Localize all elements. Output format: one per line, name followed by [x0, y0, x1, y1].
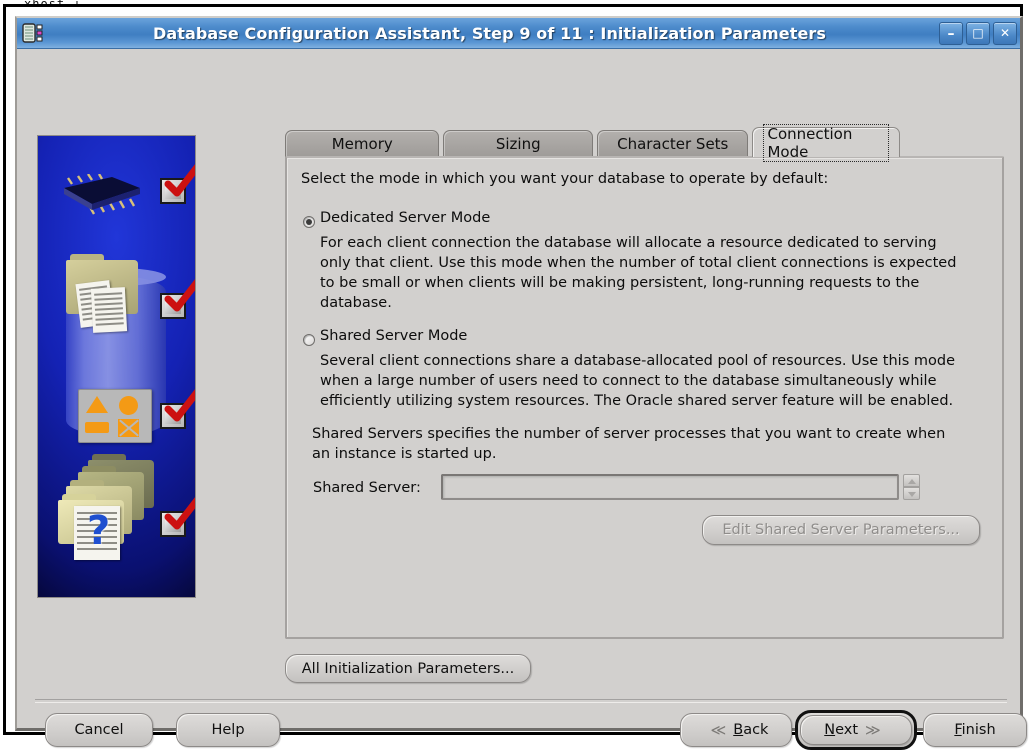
banner-chip-icon — [56, 173, 146, 215]
back-label: Back — [733, 722, 769, 738]
radio-shared-server-mode[interactable] — [303, 334, 315, 346]
maximize-button[interactable]: □ — [966, 21, 990, 45]
tab-sizing[interactable]: Sizing — [443, 130, 593, 157]
tab-character-sets-label: Character Sets — [617, 135, 729, 153]
tab-memory[interactable]: Memory — [285, 130, 440, 157]
close-button[interactable]: ✕ — [993, 21, 1017, 45]
dedicated-desc-line-3: to be small or when clients will be maki… — [320, 275, 920, 291]
tab-sizing-label: Sizing — [495, 135, 541, 153]
shared-note-line-1: Shared Servers specifies the number of s… — [312, 426, 946, 442]
footer-separator — [35, 699, 1007, 703]
chevron-right-icon: ≫ — [865, 721, 881, 739]
finish-label: Finish — [954, 722, 996, 738]
window-title: Database Configuration Assistant, Step 9… — [152, 23, 827, 43]
banner-checkmark-4 — [164, 497, 195, 531]
spinner-down-arrow[interactable] — [903, 487, 920, 500]
shared-desc-line-3: efficiently utilizing system resources. … — [320, 393, 954, 409]
edit-shared-server-parameters-label: Edit Shared Server Parameters... — [722, 522, 960, 538]
minimize-icon: – — [947, 25, 955, 42]
panel-intro-text: Select the mode in which you want your d… — [301, 171, 829, 187]
screenshot-root: xhost + Database Configuration Assistant… — [0, 0, 1030, 750]
tab-memory-label: Memory — [331, 135, 393, 153]
all-initialization-parameters-label: All Initialization Parameters... — [301, 660, 515, 677]
spinner-up-arrow[interactable] — [903, 474, 920, 487]
database-chip-icon — [22, 22, 44, 44]
banner-help-folders-icon: ? — [56, 454, 156, 560]
radio-shared-server-mode-label[interactable]: Shared Server Mode — [320, 328, 467, 344]
shared-desc-line-1: Several client connections share a datab… — [320, 353, 955, 369]
installer-banner-image: ? — [37, 135, 196, 598]
shared-note-line-2: an instance is started up. — [312, 446, 497, 462]
shared-server-input[interactable] — [441, 474, 899, 500]
minimize-button[interactable]: – — [939, 21, 963, 45]
dedicated-desc-line-4: database. — [320, 295, 392, 311]
close-icon: ✕ — [999, 26, 1011, 40]
banner-checkmark-1 — [164, 164, 195, 198]
help-label: Help — [211, 722, 245, 738]
dedicated-desc-line-2: only that client. Use this mode when the… — [320, 255, 957, 271]
tab-connection-mode[interactable]: Connection Mode — [752, 123, 900, 162]
banner-checkmark-3 — [164, 389, 195, 423]
next-label: Next — [824, 722, 859, 738]
radio-dedicated-server-mode[interactable] — [303, 216, 315, 228]
dedicated-desc-line-1: For each client connection the database … — [320, 235, 937, 251]
next-button[interactable]: Next ≫ — [800, 715, 912, 745]
title-bar: Database Configuration Assistant, Step 9… — [17, 18, 1020, 49]
shared-desc-line-2: when a large number of users need to con… — [320, 373, 937, 389]
cancel-label: Cancel — [74, 722, 124, 738]
connection-mode-panel: Select the mode in which you want your d… — [285, 156, 1004, 639]
radio-dedicated-server-mode-label[interactable]: Dedicated Server Mode — [320, 210, 490, 226]
edit-shared-server-parameters-button[interactable]: Edit Shared Server Parameters... — [702, 515, 980, 545]
shared-server-field-label: Shared Server: — [313, 480, 421, 496]
banner-shapes-icon — [78, 389, 152, 443]
maximize-icon: □ — [972, 26, 984, 40]
tab-strip: Memory Sizing Character Sets Connection … — [285, 123, 904, 162]
shared-server-input-field[interactable] — [443, 476, 897, 498]
banner-folder-docs-icon — [64, 254, 144, 333]
dbca-window: Database Configuration Assistant, Step 9… — [15, 16, 1027, 750]
next-button-focus-ring: Next ≫ — [795, 710, 917, 750]
chevron-left-icon: ≪ — [710, 721, 727, 739]
all-initialization-parameters-button[interactable]: All Initialization Parameters... — [285, 654, 531, 683]
window-body: ? Memory Sizing Character Sets Connectio… — [17, 49, 1027, 750]
shared-server-spinner[interactable] — [903, 474, 920, 500]
capture-frame: Database Configuration Assistant, Step 9… — [3, 4, 1027, 750]
banner-checkmark-2 — [164, 279, 195, 313]
wizard-nav-bar: Cancel Help ≪ Back Next ≫ Finish — [35, 710, 1027, 751]
tab-character-sets[interactable]: Character Sets — [596, 130, 749, 157]
tab-connection-mode-label: Connection Mode — [763, 123, 889, 162]
